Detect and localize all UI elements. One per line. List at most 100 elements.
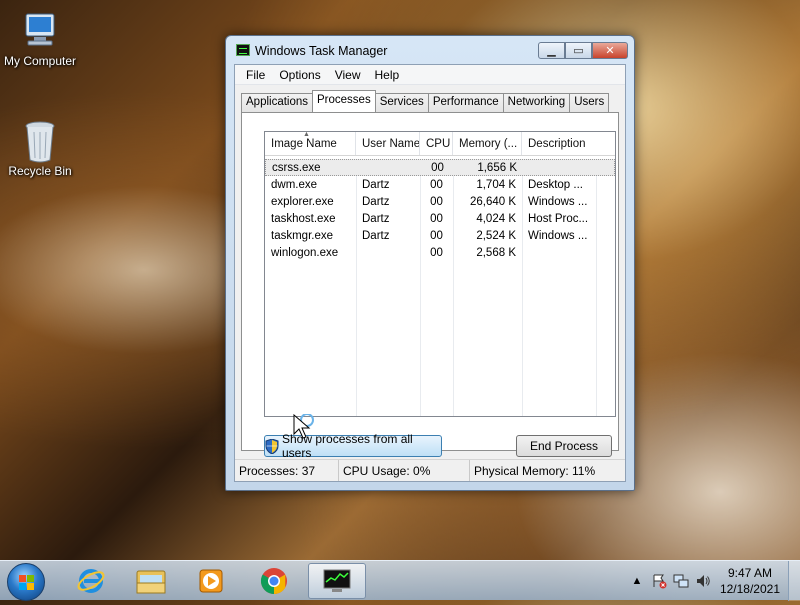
cell-memory: 26,640 K	[469, 195, 516, 208]
show-hidden-icons-button[interactable]: ▲	[629, 573, 645, 589]
taskbar-chrome[interactable]	[245, 563, 303, 599]
menu-view[interactable]: View	[328, 68, 368, 82]
cell-description: Host Proc...	[528, 212, 589, 225]
clock-time: 9:47 AM	[727, 566, 772, 580]
status-physical-memory: Physical Memory: 11%	[474, 464, 596, 478]
process-list-body: csrss.exe 00 1,656 K dwm.exe Dartz 00 1,…	[265, 159, 615, 416]
processes-tab-page: ▲ Image Name User Name CPU Memory (... D…	[241, 112, 619, 460]
task-manager-icon	[323, 569, 351, 592]
tab-services[interactable]: Services	[374, 93, 429, 112]
cell-image-name: csrss.exe	[272, 161, 321, 174]
cell-image-name: dwm.exe	[271, 178, 318, 191]
cell-description: Windows ...	[528, 229, 588, 242]
folder-icon	[136, 570, 166, 594]
system-tray: ▲ 9:47 AM 12/18/2021	[626, 561, 800, 601]
chrome-icon	[260, 568, 287, 595]
maximize-icon: ▭	[573, 45, 584, 57]
menu-bar: File Options View Help	[235, 65, 625, 85]
cell-cpu: 00	[430, 246, 443, 259]
cell-description: Windows ...	[528, 195, 588, 208]
desktop-icon-my-computer[interactable]: My Computer	[0, 10, 85, 68]
table-row[interactable]: csrss.exe 00 1,656 K	[265, 159, 615, 176]
media-player-icon	[199, 569, 223, 593]
title-bar[interactable]: Windows Task Manager ▁ ▭ ✕	[226, 36, 634, 64]
network-icon[interactable]	[673, 573, 689, 589]
cell-cpu: 00	[430, 195, 443, 208]
process-list-header: ▲ Image Name User Name CPU Memory (... D…	[265, 132, 615, 156]
column-user-name[interactable]: User Name	[356, 132, 420, 155]
column-description[interactable]: Description	[522, 132, 596, 155]
desktop-icon-label: Recycle Bin	[8, 164, 72, 178]
cell-memory: 2,568 K	[476, 246, 516, 259]
clock-date: 12/18/2021	[719, 582, 780, 596]
table-row[interactable]: explorer.exe Dartz 00 26,640 K Windows .…	[265, 193, 615, 210]
tab-networking[interactable]: Networking	[502, 93, 571, 112]
task-manager-window: Windows Task Manager ▁ ▭ ✕ File Options …	[225, 35, 635, 491]
cell-cpu: 00	[430, 178, 443, 191]
table-row[interactable]: dwm.exe Dartz 00 1,704 K Desktop ...	[265, 176, 615, 193]
cell-image-name: winlogon.exe	[271, 246, 339, 259]
chevron-up-icon: ▲	[631, 575, 643, 587]
tab-performance[interactable]: Performance	[427, 93, 504, 112]
close-icon: ✕	[605, 45, 615, 57]
mouse-cursor-icon	[293, 413, 319, 447]
taskbar-media-player[interactable]	[182, 563, 240, 599]
cell-image-name: explorer.exe	[271, 195, 334, 208]
computer-icon	[20, 10, 60, 50]
taskbar-windows-explorer[interactable]	[122, 563, 180, 599]
taskbar: ▲ 9:47 AM 12/18/2021	[0, 560, 800, 601]
action-center-icon[interactable]	[651, 573, 667, 589]
cell-user-name: Dartz	[362, 229, 390, 242]
menu-file[interactable]: File	[239, 68, 272, 82]
tab-strip: Applications Processes Services Performa…	[241, 90, 610, 112]
minimize-icon: ▁	[547, 45, 556, 57]
cell-memory: 2,524 K	[476, 229, 516, 242]
column-image-name[interactable]: Image Name	[265, 132, 356, 155]
cell-description: Desktop ...	[528, 178, 583, 191]
taskbar-clock[interactable]: 9:47 AM 12/18/2021	[720, 565, 780, 597]
window-title: Windows Task Manager	[255, 44, 388, 58]
taskbar-task-manager[interactable]	[308, 563, 366, 599]
windows-logo-icon	[19, 575, 34, 590]
task-manager-icon	[236, 44, 250, 56]
tab-processes[interactable]: Processes	[312, 90, 376, 112]
internet-explorer-icon	[77, 569, 105, 593]
table-row[interactable]: winlogon.exe 00 2,568 K	[265, 244, 615, 261]
start-button[interactable]	[7, 563, 45, 601]
cell-cpu: 00	[430, 212, 443, 225]
cell-memory: 4,024 K	[476, 212, 516, 225]
cell-user-name: Dartz	[362, 178, 390, 191]
desktop-icon-recycle-bin[interactable]: Recycle Bin	[0, 120, 85, 178]
cell-memory: 1,656 K	[477, 161, 517, 174]
uac-shield-icon	[265, 437, 279, 455]
desktop-icon-label: My Computer	[3, 54, 77, 68]
status-processes: Processes: 37	[235, 460, 339, 481]
cell-cpu: 00	[431, 161, 444, 174]
taskbar-internet-explorer[interactable]	[62, 563, 120, 599]
cell-image-name: taskhost.exe	[271, 212, 336, 225]
show-desktop-button[interactable]	[788, 561, 800, 601]
column-cpu[interactable]: CPU	[420, 132, 453, 155]
cell-user-name: Dartz	[362, 195, 390, 208]
volume-icon[interactable]	[695, 573, 711, 589]
sort-ascending-icon: ▲	[303, 131, 310, 138]
tab-applications[interactable]: Applications	[241, 93, 314, 112]
cell-image-name: taskmgr.exe	[271, 229, 333, 242]
status-bar: Processes: 37 CPU Usage: 0% Physical Mem…	[235, 459, 625, 481]
maximize-button[interactable]: ▭	[565, 42, 592, 59]
column-memory[interactable]: Memory (...	[453, 132, 522, 155]
process-list[interactable]: ▲ Image Name User Name CPU Memory (... D…	[264, 131, 616, 417]
cell-cpu: 00	[430, 229, 443, 242]
table-row[interactable]: taskmgr.exe Dartz 00 2,524 K Windows ...	[265, 227, 615, 244]
menu-options[interactable]: Options	[272, 68, 327, 82]
menu-help[interactable]: Help	[368, 68, 407, 82]
cell-memory: 1,704 K	[476, 178, 516, 191]
table-row[interactable]: taskhost.exe Dartz 00 4,024 K Host Proc.…	[265, 210, 615, 227]
minimize-button[interactable]: ▁	[538, 42, 565, 59]
close-button[interactable]: ✕	[592, 42, 628, 59]
end-process-button[interactable]: End Process	[516, 435, 612, 457]
status-cpu-usage: CPU Usage: 0%	[339, 460, 470, 481]
cell-user-name: Dartz	[362, 212, 390, 225]
tab-users[interactable]: Users	[569, 93, 610, 112]
show-all-processes-button[interactable]: Show processes from all users	[264, 432, 442, 460]
